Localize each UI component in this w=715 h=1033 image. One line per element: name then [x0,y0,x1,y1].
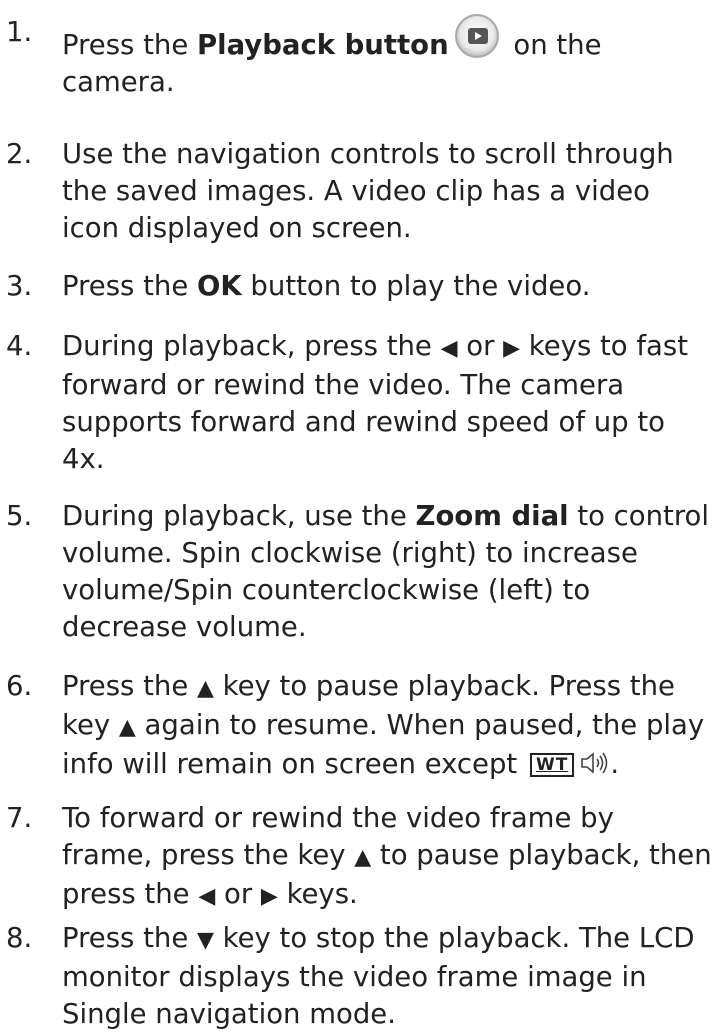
bold-term: Playback button [197,29,449,61]
step-text: Press the OK button to play the video. [62,268,712,305]
left-key-icon: ◀ [198,884,216,909]
bold-term: Zoom dial [415,500,569,532]
step-text-part: or [215,878,261,910]
left-key-icon: ◀ [440,336,458,361]
step-number: 6. [6,670,33,702]
step-text: During playback, press the ◀ or ▶ keys t… [62,328,712,478]
step-number: 8. [6,922,33,954]
speaker-volume-icon [580,748,610,785]
down-key-icon: ▼ [197,928,214,953]
up-key-icon: ▲ [118,715,136,740]
step-text-part: . [610,748,620,780]
step-text: Use the navigation controls to scroll th… [62,138,674,244]
bold-term: OK [197,270,242,302]
step-text: Press the ▲ key to pause playback. Press… [62,668,712,785]
playback-button-icon [454,14,499,58]
step-text-part: Press the [62,670,197,702]
up-key-icon: ▲ [197,676,214,701]
up-key-icon: ▲ [354,845,372,870]
wt-zoom-icon: WT [529,753,575,777]
right-key-icon: ▶ [503,336,521,361]
step-number: 2. [6,138,33,170]
step-text-part: Press the [62,922,197,954]
step-text-part: keys. [277,878,358,910]
step-text: Press the ▼ key to stop the playback. Th… [62,920,712,1033]
step-text: During playback, use the Zoom dial to co… [62,498,712,646]
step-text-part: Press the [62,29,197,61]
right-key-icon: ▶ [260,884,278,909]
step-text-part: or [457,330,504,362]
step-text-part: During playback, use the [62,500,416,532]
step-number: 5. [6,500,33,532]
step-number: 1. [6,16,33,48]
step-text: Press the Playback button on the camera. [62,14,672,101]
step-number: 3. [6,270,33,302]
step-text-part: During playback, press the [62,330,441,362]
step-text: To forward or rewind the video frame by … [62,800,712,915]
step-text-part: button to play the video. [241,270,591,302]
step-number: 4. [6,330,33,362]
step-number: 7. [6,802,33,834]
step-text-part: Press the [62,270,197,302]
